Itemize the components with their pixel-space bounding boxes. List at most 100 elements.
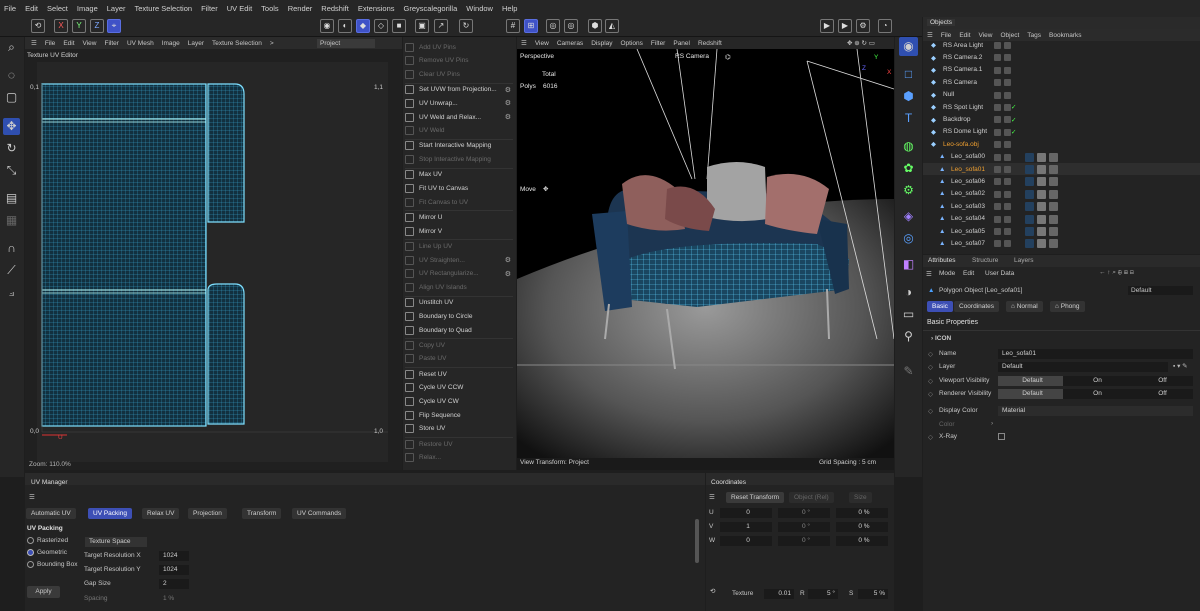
gap-size-field[interactable]: 2 [159,579,189,589]
uv-command-item[interactable]: Mirror V [405,225,513,237]
gear-icon[interactable]: ⚙ [505,270,511,278]
coord-scale-field[interactable]: 0 % [836,522,888,532]
box-selection-icon[interactable]: ▢ [3,89,20,106]
field-icon[interactable]: ◎ [899,229,918,248]
object-name[interactable]: Leo_sofa03 [951,203,985,210]
viewport-menu-cameras[interactable]: Cameras [557,40,583,47]
coord-rot-field[interactable]: 0 ° [778,522,830,532]
workplane-icon[interactable]: ◎ [546,19,560,33]
object-name[interactable]: Leo_sofa05 [951,228,985,235]
uv-command-item[interactable]: Flip Sequence [405,409,513,421]
magnet-icon[interactable]: ∩ [3,240,20,257]
objects-menu-icon[interactable]: ☰ [927,31,933,39]
object-name[interactable]: RS Camera.1 [943,66,982,73]
visibility-dot[interactable] [994,141,1001,149]
object-row[interactable]: ▲ Leo_sofa05 [923,225,1200,237]
uv-command-item[interactable]: Boundary to Quad [405,324,513,336]
render-dot[interactable] [1004,215,1011,223]
uv-manager-tab[interactable]: Projection [188,508,227,519]
snap-icon[interactable]: # [506,19,520,33]
uv-menu-filter[interactable]: Filter [105,40,119,47]
object-name[interactable]: Null [943,91,954,98]
preset-dropdown[interactable]: Default [1128,286,1193,295]
uv-command-item[interactable]: Fit UV to Canvas [405,183,513,195]
uv-command-item[interactable]: Unstitch UV [405,297,513,309]
render-dot[interactable] [1004,190,1011,198]
visibility-dot[interactable] [994,178,1001,186]
visibility-dot[interactable] [994,91,1001,99]
objects-menu-bookmarks[interactable]: Bookmarks [1049,32,1082,39]
menu-texture-selection[interactable]: Texture Selection [135,4,193,13]
material-tag-icon[interactable] [1037,202,1046,212]
enabled-check-icon[interactable]: ✓ [1011,128,1016,136]
uv-command-item[interactable]: Max UV [405,169,513,181]
object-name[interactable]: RS Area Light [943,42,983,49]
object-name[interactable]: RS Camera.2 [943,54,982,61]
material-tag-icon[interactable] [1049,165,1058,174]
visibility-dot[interactable] [994,128,1001,136]
menu-redshift[interactable]: Redshift [321,4,349,13]
redshift-render-icon[interactable]: ◭ [605,19,619,33]
light-icon[interactable]: ⚲ [899,327,918,346]
uv-command-item[interactable]: Relax... [405,452,513,464]
radio-geometric[interactable] [27,549,34,556]
locked-workplane-icon[interactable]: ◎ [564,19,578,33]
visibility-dot[interactable] [994,203,1001,211]
rotate-tool-icon[interactable]: ↻ [3,140,20,157]
object-name[interactable]: Leo_sofa04 [951,215,985,222]
display-color-dropdown[interactable]: Material [998,406,1193,416]
axis-mode-icon[interactable]: ↗ [434,19,448,33]
tab-objects[interactable]: Objects [927,19,956,26]
uv-manager-tab[interactable]: UV Commands [292,508,347,519]
object-name[interactable]: Backdrop [943,116,970,123]
sculpt-icon[interactable]: ✎ [899,362,918,381]
menu-greyscalegorilla[interactable]: Greyscalegorilla [404,4,458,13]
res-x-field[interactable]: 1024 [159,551,189,561]
visibility-dot[interactable] [994,116,1001,124]
material-tag-icon[interactable] [1049,177,1058,187]
viewport-menu-panel[interactable]: Panel [673,40,690,47]
name-field[interactable]: Leo_sofa01 [998,349,1193,359]
deformer-icon[interactable]: ◈ [899,207,918,226]
object-name[interactable]: Leo-sofa.obj [943,141,979,148]
subdivision-icon[interactable]: ⚙ [899,181,918,200]
uv-command-item[interactable]: UV Weld and Relax... ⚙ [405,111,513,123]
selection-filter-icon[interactable]: ▤ [3,190,20,207]
uv-canvas[interactable] [37,62,388,462]
uv-menu-file[interactable]: File [45,40,55,47]
attr-menu-edit[interactable]: Edit [963,270,974,277]
objects-menu-tags[interactable]: Tags [1027,32,1041,39]
uv-menu-edit[interactable]: Edit [63,40,74,47]
axis-y-toggle[interactable]: Y [72,19,86,33]
viewport-menu-view[interactable]: View [535,40,549,47]
res-y-field[interactable]: 1024 [159,565,189,575]
material-tag-icon[interactable] [1025,214,1034,224]
panel-menu-icon[interactable]: ☰ [31,39,37,47]
render-dot[interactable] [1004,240,1011,248]
gear-icon[interactable]: ⚙ [505,99,511,107]
edges-mode-icon[interactable]: ◇ [374,19,388,33]
material-tag-icon[interactable] [1025,239,1034,249]
coord-rot-field[interactable]: 0 ° [778,536,830,546]
visibility-dot[interactable] [994,166,1001,173]
camera-link-icon[interactable]: ⌬ [725,53,731,61]
layer-field[interactable]: Default [998,362,1168,372]
objects-menu-object[interactable]: Object [1001,32,1020,39]
environment-icon[interactable]: ◑ [899,283,918,302]
object-row[interactable]: ◆ Leo-sofa.obj [923,138,1200,150]
object-row[interactable]: ◆ Null [923,89,1200,101]
object-name[interactable]: Leo_sofa00 [951,153,985,160]
uv-command-item[interactable]: Cycle UV CCW [405,382,513,394]
uv-menu--[interactable]: > [270,40,274,47]
render-dot[interactable] [1004,203,1011,211]
move-tool-icon[interactable]: ✥ [3,118,20,135]
object-name[interactable]: RS Dome Light [943,128,987,135]
material-tag-icon[interactable] [1025,202,1034,212]
uv-manager-tab[interactable]: Relax UV [142,508,180,519]
uv-manager-tab[interactable]: Transform [242,508,282,519]
knife-icon[interactable]: ⟋ [3,262,20,279]
display-color-anim-icon[interactable]: ◇ [928,407,933,415]
gear-icon[interactable]: ⚙ [505,86,511,94]
points-mode-icon[interactable]: ◆ [356,19,370,33]
r-value-field[interactable]: 5 ° [808,589,838,599]
